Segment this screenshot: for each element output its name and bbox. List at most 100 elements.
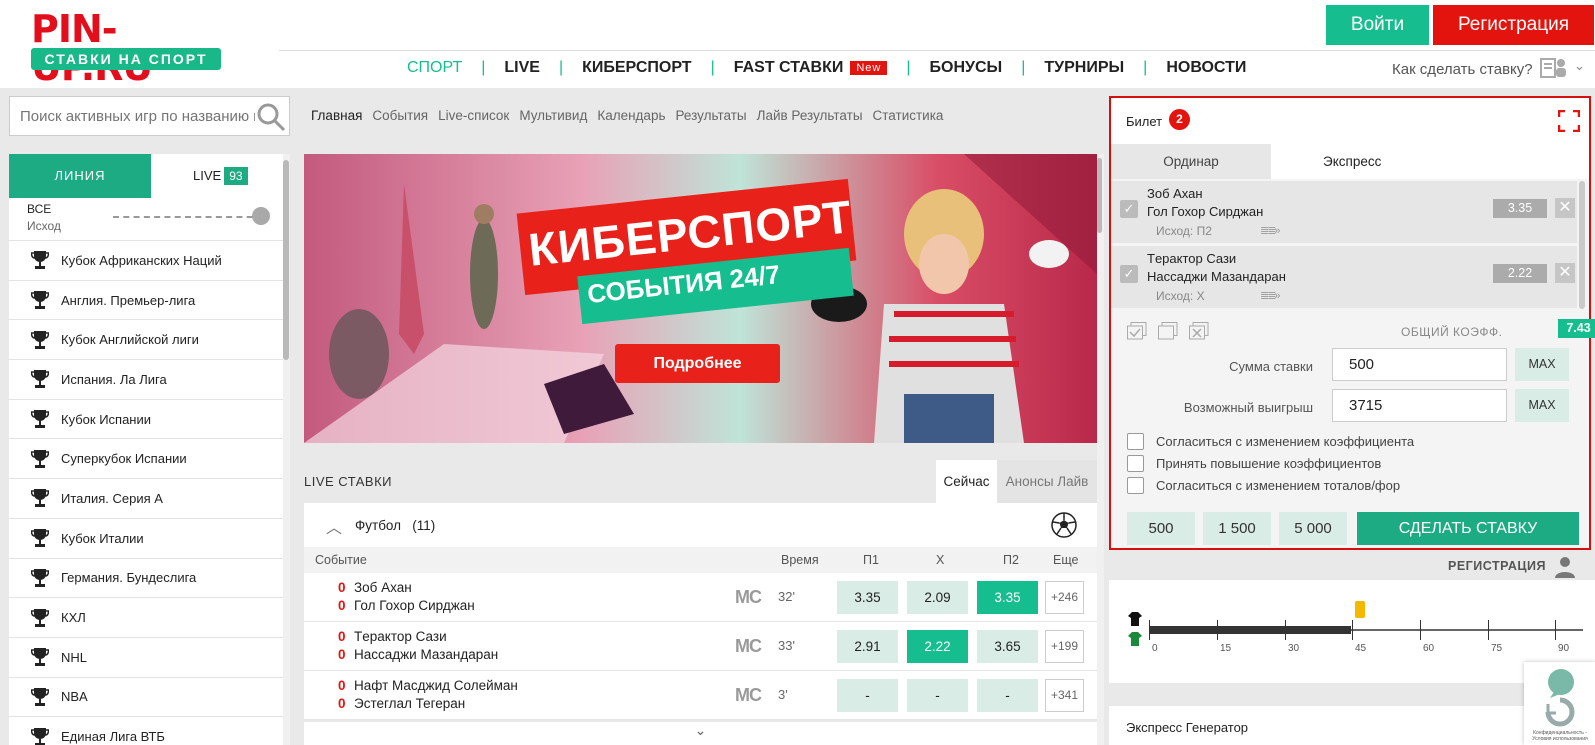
banner-more-button[interactable]: Подробнее bbox=[615, 344, 780, 383]
league-item[interactable]: Италия. Серия А bbox=[9, 478, 283, 518]
league-item[interactable]: Испания. Ла Лига bbox=[9, 359, 283, 399]
tab-single[interactable]: Ординар bbox=[1111, 144, 1271, 179]
odd-p1[interactable]: 3.35 bbox=[837, 581, 898, 614]
nav-esports[interactable]: КИБЕРСПОРТ bbox=[582, 59, 691, 77]
tab-express[interactable]: Экспресс bbox=[1271, 144, 1589, 179]
stake-max-button[interactable]: MAX bbox=[1515, 348, 1569, 381]
bet-checkbox[interactable]: ✓ bbox=[1120, 265, 1138, 283]
match-row[interactable]: 0 0 Зоб Ахан Гол Гохор Сирджан MC 32' 3.35 2.09… bbox=[304, 573, 1097, 622]
nav-sport[interactable]: СПОРТ bbox=[407, 59, 462, 77]
league-item[interactable]: NHL bbox=[9, 636, 283, 677]
place-bet-button[interactable]: СДЕЛАТЬ СТАВКУ bbox=[1357, 512, 1579, 545]
chevron-down-icon[interactable]: ⌄ bbox=[1574, 58, 1585, 74]
league-item[interactable]: Кубок Италии bbox=[9, 517, 283, 558]
remove-bet-close-icon[interactable]: ✕ bbox=[1555, 198, 1575, 218]
checkbox[interactable] bbox=[1127, 433, 1144, 450]
howto-link[interactable]: Как сделать ставку? bbox=[1392, 61, 1533, 78]
team-home[interactable]: Зоб Ахан bbox=[354, 580, 412, 595]
checkbox[interactable] bbox=[1127, 477, 1144, 494]
breadcrumb-home[interactable]: Главная bbox=[311, 108, 362, 123]
odd-x[interactable]: 2.22 bbox=[907, 630, 968, 663]
recaptcha-badge[interactable]: Конфиденциальность - Условия использован… bbox=[1524, 662, 1595, 745]
team-home[interactable]: Тeрактор Сази bbox=[354, 629, 447, 644]
nav-fast-bets[interactable]: FAST СТАВКИ bbox=[734, 59, 844, 77]
nav-news[interactable]: НОВОСТИ bbox=[1166, 59, 1246, 77]
expand-icon[interactable] bbox=[1558, 110, 1580, 132]
breadcrumb-results[interactable]: Результаты bbox=[675, 108, 746, 123]
sport-group-football[interactable]: ︿ Футбол (11) bbox=[304, 503, 1097, 547]
checkbox[interactable] bbox=[1127, 455, 1144, 472]
bet-checkbox[interactable]: ✓ bbox=[1120, 200, 1138, 218]
match-center-icon[interactable]: MC bbox=[735, 587, 762, 608]
breadcrumb-calendar[interactable]: Календарь bbox=[597, 108, 665, 123]
option-accept-totals-change[interactable]: Согласиться с изменением тоталов/фор bbox=[1127, 477, 1400, 494]
odd-p1[interactable]: 2.91 bbox=[837, 630, 898, 663]
quick-stake-1500[interactable]: 1 500 bbox=[1203, 512, 1271, 545]
register-button[interactable]: Регистрация bbox=[1433, 5, 1594, 45]
tab-now[interactable]: Сейчас bbox=[936, 460, 997, 503]
odd-p2[interactable]: 3.65 bbox=[977, 630, 1038, 663]
recaptcha-text[interactable]: Конфиденциальность - Условия использован… bbox=[1527, 730, 1593, 742]
league-item[interactable]: Германия. Бундеслига bbox=[9, 557, 283, 598]
league-item[interactable]: Суперкубок Испании bbox=[9, 438, 283, 478]
odd-x[interactable]: 2.09 bbox=[907, 581, 968, 614]
promo-banner[interactable]: КИБЕРСПОРТ СОБЫТИЯ 24/7 Подробнее bbox=[304, 154, 1097, 443]
league-item[interactable]: КХЛ bbox=[9, 597, 283, 637]
match-center-icon[interactable]: MC bbox=[735, 636, 762, 657]
team-away[interactable]: Нассаджи Мазандаран bbox=[354, 647, 498, 662]
breadcrumb-statistics[interactable]: Статистика bbox=[873, 108, 944, 123]
league-item[interactable]: Кубок Испании bbox=[9, 398, 283, 439]
express-generator-panel[interactable]: Экспресс Генератор bbox=[1109, 706, 1595, 745]
search-input[interactable] bbox=[20, 97, 255, 135]
win-max-button[interactable]: MAX bbox=[1515, 389, 1569, 422]
tab-live-announcements[interactable]: Анонсы Лайв bbox=[997, 460, 1097, 503]
check-all-icon[interactable] bbox=[1127, 322, 1147, 340]
breadcrumb-multiview[interactable]: Мультивид bbox=[519, 108, 587, 123]
nav-tournaments[interactable]: ТУРНИРЫ bbox=[1044, 59, 1124, 77]
more-markets-button[interactable]: +246 bbox=[1045, 581, 1084, 614]
main-scrollbar-thumb[interactable] bbox=[1097, 158, 1102, 233]
team-away[interactable]: Гол Гохор Сирджан bbox=[354, 598, 475, 613]
filter-slider-track[interactable] bbox=[113, 216, 263, 218]
user-icon[interactable] bbox=[1553, 555, 1577, 579]
odd-p2[interactable]: - bbox=[977, 679, 1038, 712]
copy-icon[interactable] bbox=[1158, 322, 1178, 340]
stake-input[interactable]: 500 bbox=[1332, 348, 1507, 381]
odd-p1[interactable]: - bbox=[837, 679, 898, 712]
match-row[interactable]: 0 0 Тeрактор Сази Нассаджи Мазандаран MC 33' 2… bbox=[304, 622, 1097, 671]
more-markets-button[interactable]: +341 bbox=[1045, 679, 1084, 712]
odd-p2[interactable]: 3.35 bbox=[977, 581, 1038, 614]
breadcrumb-live-results[interactable]: Лайв Результаты bbox=[757, 108, 863, 123]
tab-line[interactable]: ЛИНИЯ bbox=[9, 154, 151, 198]
betslip-help-icon[interactable] bbox=[1540, 56, 1568, 80]
chat-icon[interactable] bbox=[1544, 668, 1578, 698]
team-home[interactable]: Нафт Масджид Солейман bbox=[354, 678, 518, 693]
registration-link[interactable]: РЕГИСТРАЦИЯ bbox=[1448, 559, 1546, 573]
more-markets-button[interactable]: +199 bbox=[1045, 630, 1084, 663]
nav-bonuses[interactable]: БОНУСЫ bbox=[930, 59, 1003, 77]
league-item[interactable]: Кубок Английской лиги bbox=[9, 319, 283, 359]
quick-stake-5000[interactable]: 5 000 bbox=[1279, 512, 1347, 545]
logo[interactable]: PIN-UP.RU СТАВКИ НА СПОРТ bbox=[31, 10, 221, 86]
league-item[interactable]: Англия. Премьер-лига bbox=[9, 279, 283, 320]
show-more-chevron-icon[interactable]: ⌄ bbox=[304, 722, 1097, 745]
option-accept-odds-change[interactable]: Согласиться с изменением коэффициента bbox=[1127, 433, 1414, 450]
league-scrollbar-thumb[interactable] bbox=[283, 160, 289, 360]
chevron-up-icon[interactable]: ︿ bbox=[326, 514, 342, 538]
match-center-icon[interactable]: MC bbox=[735, 685, 762, 706]
league-item[interactable]: Единая Лига ВТБ bbox=[9, 716, 283, 745]
main-scrollbar[interactable] bbox=[1097, 154, 1104, 745]
match-row[interactable]: 0 0 Нафт Масджид Солейман Эстеглал Тегеран M… bbox=[304, 671, 1097, 720]
login-button[interactable]: Войти bbox=[1326, 5, 1429, 45]
team-away[interactable]: Эстеглал Тегеран bbox=[354, 696, 465, 711]
clear-all-icon[interactable] bbox=[1189, 322, 1209, 340]
odd-x[interactable]: - bbox=[907, 679, 968, 712]
breadcrumb-live-list[interactable]: Live-список bbox=[438, 108, 509, 123]
league-item[interactable]: Кубок Африканских Наций bbox=[9, 240, 283, 280]
filter-slider-handle[interactable] bbox=[252, 207, 270, 225]
option-accept-odds-increase[interactable]: Принять повышение коэффициентов bbox=[1127, 455, 1381, 472]
remove-bet-close-icon[interactable]: ✕ bbox=[1555, 263, 1575, 283]
betslip-scrollbar[interactable] bbox=[1579, 181, 1585, 309]
search-icon[interactable] bbox=[256, 102, 286, 132]
league-item[interactable]: NBA bbox=[9, 676, 283, 717]
